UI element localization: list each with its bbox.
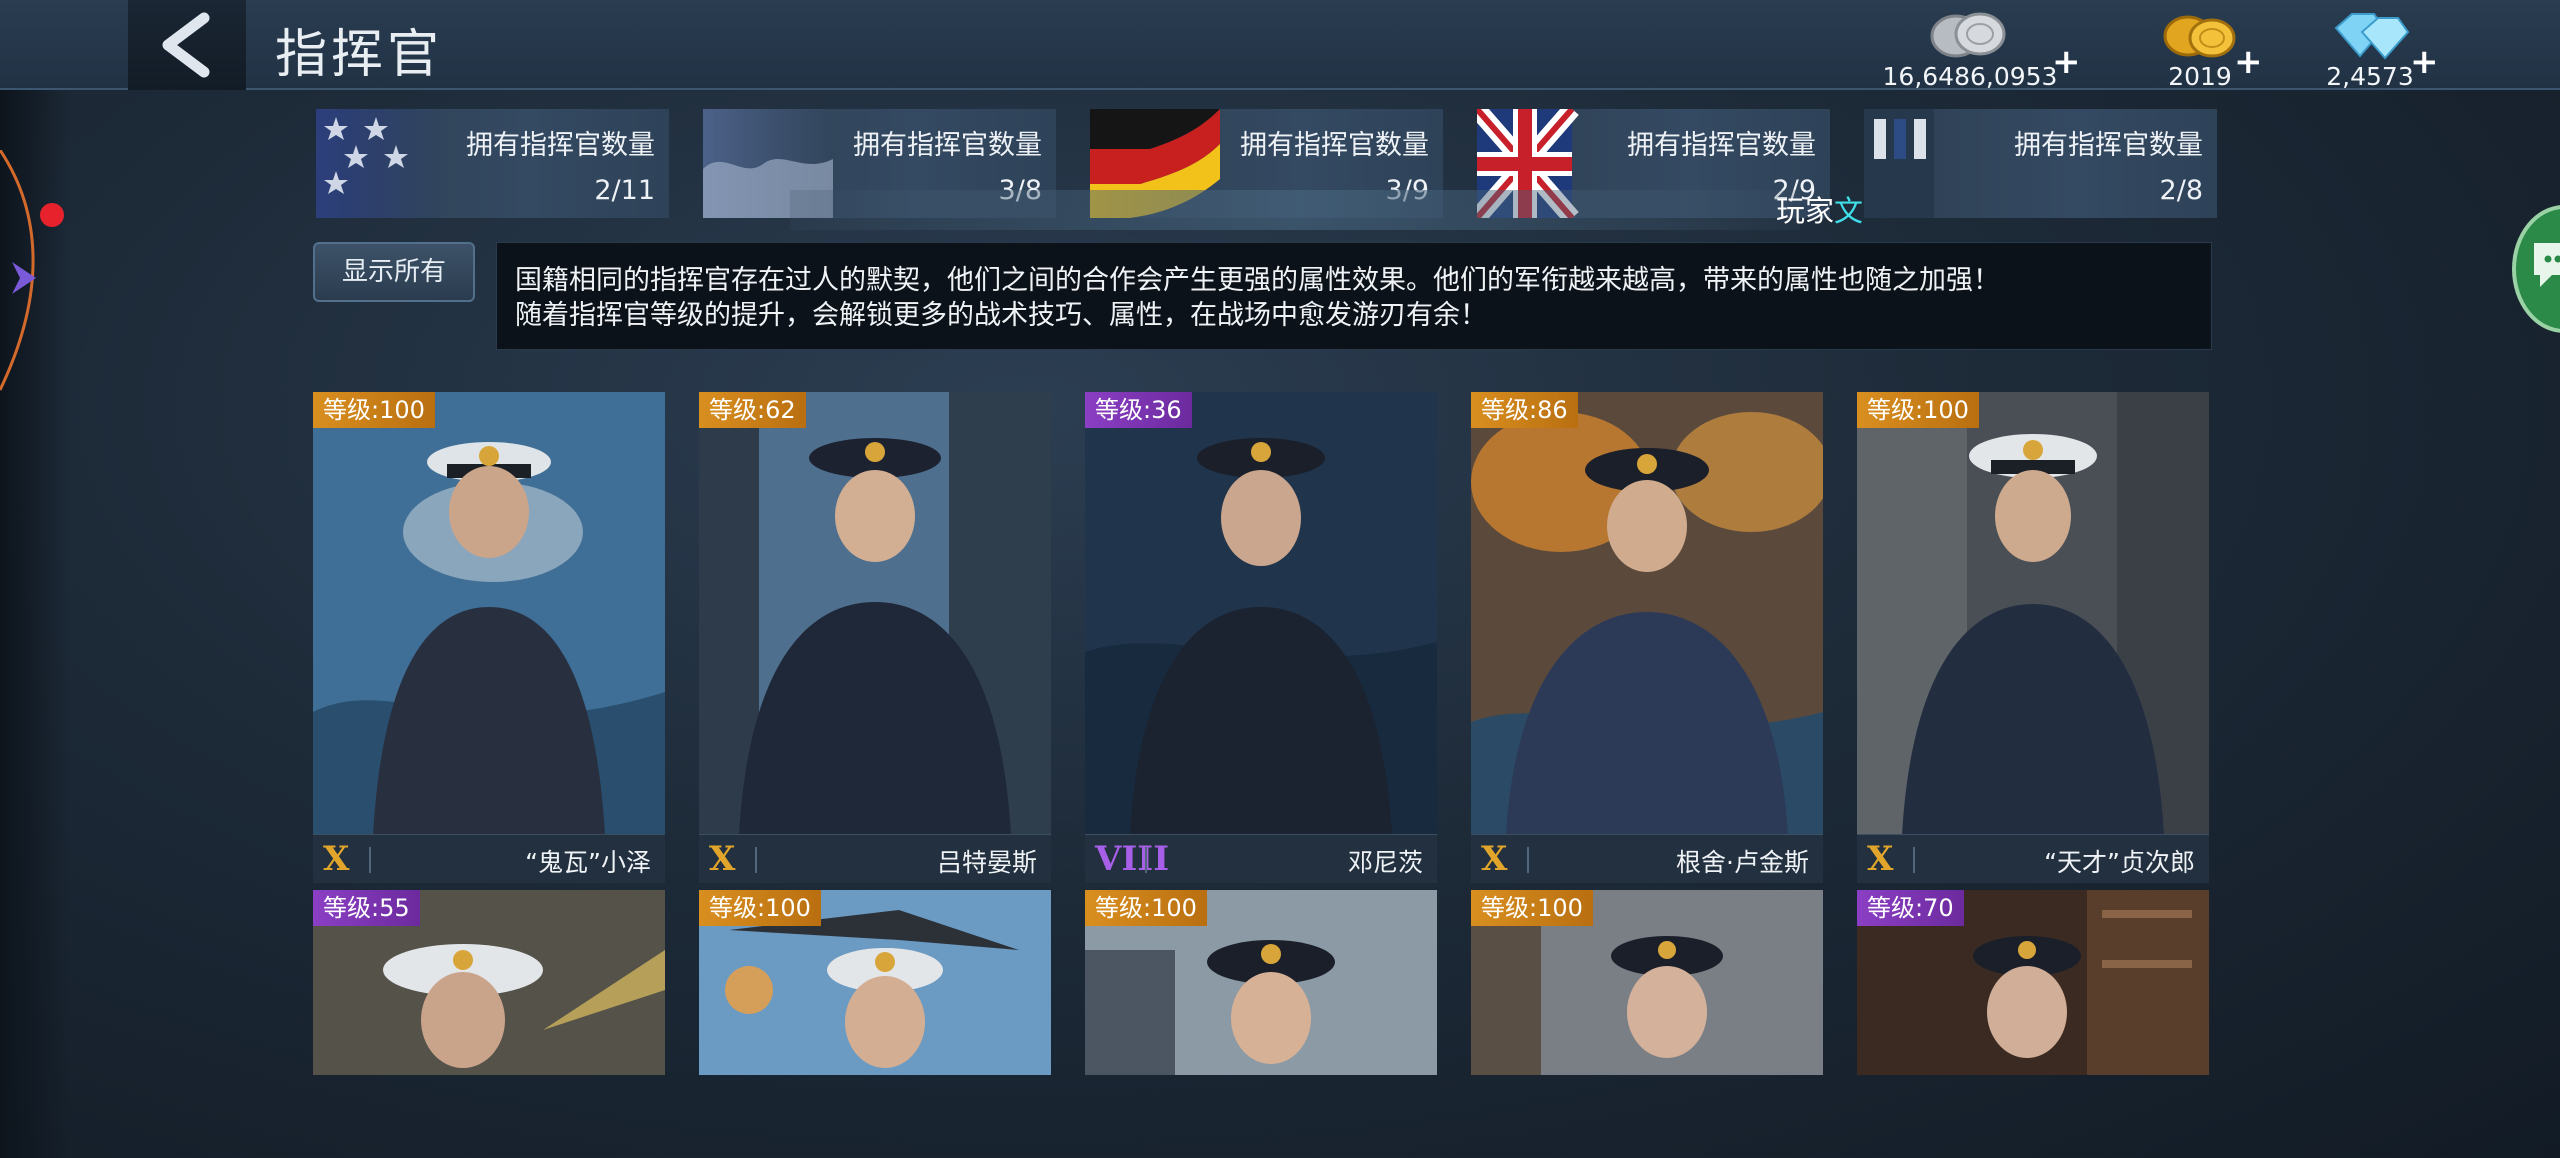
divider: [1913, 847, 1915, 873]
nation-label: 拥有指挥官数量: [466, 130, 655, 161]
level-badge: 等级:100: [699, 890, 821, 926]
commander-name: “鬼瓦”小泽: [525, 848, 651, 877]
nation-label: 拥有指挥官数量: [2014, 130, 2203, 161]
commander-namebar: VIII 邓尼茨: [1085, 834, 1437, 883]
level-badge: 等级:55: [313, 890, 420, 926]
level-badge: 等级:70: [1857, 890, 1964, 926]
divider: [369, 847, 371, 873]
top-bar: 指挥官 16,6486,0953 + 2019 + 2,4573 +: [0, 0, 2560, 91]
nation-count: 2/8: [2159, 175, 2203, 206]
commander-name: “天才”贞次郎: [2044, 848, 2195, 877]
player-tag: 玩家文: [1776, 194, 1864, 228]
commander-portrait: [1857, 392, 2209, 835]
divider: [755, 847, 757, 873]
commander-card[interactable]: 等级:36 VIII 邓尼茨: [1085, 392, 1437, 883]
nation-flag-icon: [1864, 109, 1934, 218]
nation-label: 拥有指挥官数量: [1240, 130, 1429, 161]
nation-card-other[interactable]: 拥有指挥官数量 2/8: [1864, 109, 2217, 218]
rank-badge: X: [709, 839, 736, 879]
commander-card[interactable]: 等级:100 X “鬼瓦”小泽: [313, 392, 665, 883]
silver-amount: 16,6486,0953: [1882, 62, 2058, 91]
nation-count: 2/11: [594, 175, 655, 206]
player-banner: [790, 190, 1800, 230]
info-line-1: 国籍相同的指挥官存在过人的默契，他们之间的合作会产生更强的属性效果。他们的军衔越…: [515, 265, 2000, 296]
commander-card[interactable]: 等级:100: [699, 890, 1051, 1075]
commander-portrait: [699, 392, 1051, 835]
silver-coins-icon: [1930, 12, 2006, 58]
commander-namebar: X 吕特晏斯: [699, 834, 1051, 883]
rank-badge: X: [1867, 839, 1894, 879]
info-description: 国籍相同的指挥官存在过人的默契，他们之间的合作会产生更强的属性效果。他们的军衔越…: [496, 242, 2212, 350]
commander-portrait: [1085, 392, 1437, 835]
nation-label: 拥有指挥官数量: [853, 130, 1042, 161]
level-badge: 等级:86: [1471, 392, 1578, 428]
level-badge: 等级:100: [1857, 392, 1979, 428]
rank-badge: X: [323, 839, 350, 879]
commander-name: 根舍·卢金斯: [1676, 848, 1809, 877]
level-badge: 等级:62: [699, 392, 806, 428]
divider: [1145, 847, 1147, 873]
commander-card[interactable]: 等级:100: [1471, 890, 1823, 1075]
add-silver-button[interactable]: +: [2052, 42, 2081, 82]
commander-portrait: [313, 392, 665, 835]
commander-card[interactable]: 等级:70: [1857, 890, 2209, 1075]
back-button[interactable]: [128, 0, 246, 90]
back-arrow-icon: [162, 12, 210, 78]
add-diamond-button[interactable]: +: [2410, 42, 2439, 82]
commander-namebar: X “鬼瓦”小泽: [313, 834, 665, 883]
gold-currency: 2019 +: [2140, 6, 2263, 91]
silver-currency: 16,6486,0953 +: [1870, 6, 2081, 91]
nation-label: 拥有指挥官数量: [1627, 130, 1816, 161]
commander-name: 邓尼茨: [1347, 848, 1423, 877]
chat-button[interactable]: [2512, 205, 2560, 333]
commander-card[interactable]: 等级:62 X 吕特晏斯: [699, 392, 1051, 883]
rank-badge: VIII: [1095, 839, 1170, 879]
diamond-currency: 2,4573 +: [2310, 6, 2439, 91]
commander-namebar: X 根舍·卢金斯: [1471, 834, 1823, 883]
level-badge: 等级:100: [1471, 890, 1593, 926]
notification-dot: [40, 203, 64, 227]
rank-badge: X: [1481, 839, 1508, 879]
level-badge: 等级:100: [313, 392, 435, 428]
chat-bubble-icon: [2534, 243, 2560, 287]
commander-namebar: X “天才”贞次郎: [1857, 834, 2209, 883]
divider: [1527, 847, 1529, 873]
commander-card[interactable]: 等级:100: [1085, 890, 1437, 1075]
commander-card[interactable]: 等级:86 X 根舍·卢金斯: [1471, 392, 1823, 883]
commander-card[interactable]: 等级:100 X “天才”贞次郎: [1857, 392, 2209, 883]
diamond-icon: [2334, 13, 2410, 60]
show-all-button[interactable]: 显示所有: [313, 242, 475, 302]
side-menu-arrow-icon[interactable]: [8, 258, 40, 298]
commander-name: 吕特晏斯: [936, 848, 1037, 877]
info-line-2: 随着指挥官等级的提升，会解锁更多的战术技巧、属性，在战场中愈发游刃有余！: [515, 300, 1487, 331]
nation-card-usa[interactable]: 拥有指挥官数量 2/11: [316, 109, 669, 218]
usa-flag-icon: [316, 109, 446, 218]
commander-portrait: [1471, 392, 1823, 835]
level-badge: 等级:36: [1085, 392, 1192, 428]
page-title: 指挥官: [275, 25, 444, 85]
add-gold-button[interactable]: +: [2234, 42, 2263, 82]
level-badge: 等级:100: [1085, 890, 1207, 926]
commander-card[interactable]: 等级:55: [313, 890, 665, 1075]
